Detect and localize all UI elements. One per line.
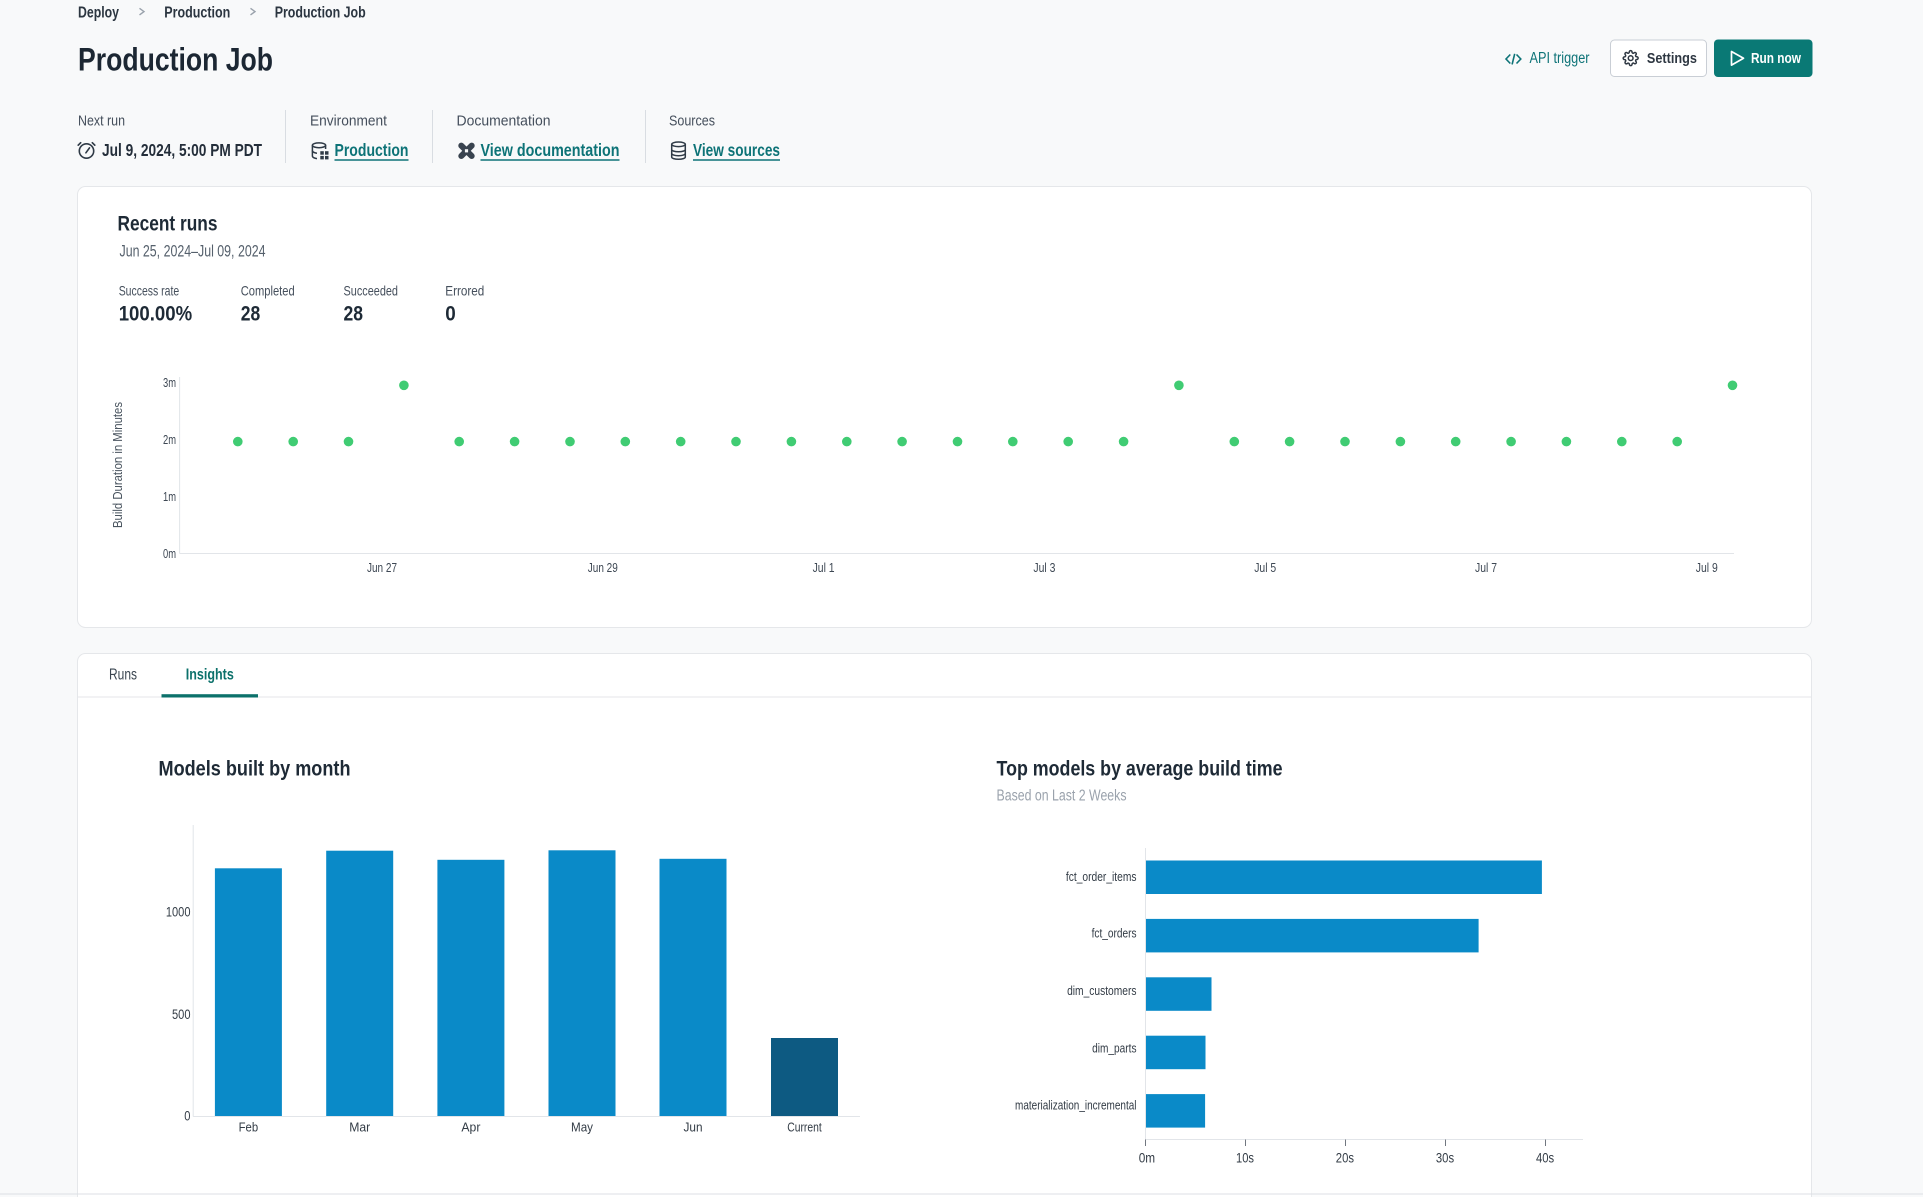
svg-text:Top models by average build ti: Top models by average build time (997, 757, 1283, 780)
svg-text:2m: 2m (163, 432, 176, 447)
svg-text:Jun: Jun (684, 1120, 703, 1135)
svg-text:Jul 9, 2024, 5:00 PM PDT: Jul 9, 2024, 5:00 PM PDT (102, 140, 262, 160)
svg-text:fct_order_items: fct_order_items (1066, 869, 1137, 884)
svg-text:dim_parts: dim_parts (1092, 1041, 1137, 1056)
svg-text:Production: Production (164, 5, 230, 22)
svg-text:Jul 7: Jul 7 (1475, 561, 1497, 575)
svg-text:Jun 29: Jun 29 (588, 561, 618, 575)
svg-text:10s: 10s (1236, 1151, 1254, 1166)
svg-text:Runs: Runs (109, 667, 137, 684)
svg-text:Based on Last 2 Weeks: Based on Last 2 Weeks (997, 788, 1127, 805)
svg-text:Recent runs: Recent runs (118, 213, 218, 236)
svg-text:View documentation: View documentation (481, 140, 620, 160)
svg-text:Settings: Settings (1647, 50, 1697, 67)
svg-text:Jul 3: Jul 3 (1033, 561, 1055, 575)
svg-text:Jul 1: Jul 1 (813, 561, 835, 575)
svg-text:500: 500 (172, 1007, 191, 1022)
svg-text:20s: 20s (1336, 1151, 1354, 1166)
svg-text:Production Job: Production Job (275, 5, 366, 22)
svg-text:1000: 1000 (166, 905, 191, 920)
svg-text:Errored: Errored (445, 283, 484, 299)
svg-text:fct_orders: fct_orders (1092, 926, 1137, 941)
svg-text:1m: 1m (163, 489, 176, 504)
svg-text:Mar: Mar (349, 1120, 371, 1135)
svg-text:View sources: View sources (693, 140, 780, 160)
svg-text:100.00%: 100.00% (119, 303, 193, 326)
svg-text:May: May (571, 1120, 593, 1135)
svg-text:Next run: Next run (78, 113, 125, 130)
svg-text:Jun 27: Jun 27 (367, 561, 397, 575)
svg-text:Succeeded: Succeeded (344, 283, 399, 299)
svg-text:Deploy: Deploy (78, 5, 119, 22)
svg-text:materialization_incremental: materialization_incremental (1015, 1098, 1137, 1113)
svg-text:Documentation: Documentation (457, 113, 551, 130)
svg-text:Production Job: Production Job (78, 41, 273, 77)
svg-text:API trigger: API trigger (1530, 50, 1590, 67)
svg-text:Environment: Environment (310, 113, 388, 130)
svg-text:Feb: Feb (239, 1120, 259, 1135)
svg-text:0m: 0m (163, 546, 176, 561)
svg-text:40s: 40s (1536, 1151, 1554, 1166)
svg-text:Current: Current (787, 1120, 822, 1135)
svg-text:Success rate: Success rate (119, 283, 180, 299)
svg-text:Apr: Apr (461, 1120, 481, 1135)
svg-text:dim_customers: dim_customers (1067, 983, 1137, 998)
svg-text:Jul 9: Jul 9 (1696, 561, 1718, 575)
svg-text:Sources: Sources (669, 113, 715, 130)
svg-text:Jun 25, 2024–Jul 09, 2024: Jun 25, 2024–Jul 09, 2024 (120, 243, 266, 261)
svg-text:Models built by month: Models built by month (159, 757, 351, 780)
svg-text:Jul 5: Jul 5 (1254, 561, 1276, 575)
svg-text:Build Duration in Minutes: Build Duration in Minutes (111, 402, 125, 528)
svg-text:Completed: Completed (241, 283, 295, 299)
svg-text:0: 0 (445, 303, 456, 326)
svg-text:3m: 3m (163, 375, 176, 390)
svg-text:Insights: Insights (186, 667, 234, 684)
svg-text:Run now: Run now (1751, 50, 1801, 67)
svg-text:0: 0 (184, 1109, 190, 1124)
svg-text:30s: 30s (1436, 1151, 1454, 1166)
svg-text:28: 28 (344, 303, 364, 326)
svg-text:Production: Production (335, 140, 409, 160)
svg-text:0m: 0m (1139, 1151, 1155, 1166)
svg-text:28: 28 (241, 303, 261, 326)
